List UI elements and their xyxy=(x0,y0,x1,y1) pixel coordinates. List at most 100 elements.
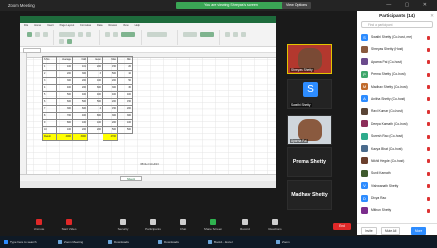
participant-row[interactable]: Ravi Kumar (Co-host) xyxy=(357,105,437,117)
muted-mic-icon[interactable] xyxy=(427,159,430,164)
muted-mic-icon[interactable] xyxy=(427,109,430,114)
muted-mic-icon[interactable] xyxy=(427,184,430,189)
ribbon-tab[interactable]: File xyxy=(24,24,28,27)
participant-row[interactable]: Mithun Shetty xyxy=(357,204,437,216)
table-cell[interactable]: 50 xyxy=(117,77,133,85)
align-left-icon[interactable] xyxy=(105,32,110,37)
table-cell[interactable]: 800 xyxy=(87,112,103,120)
table-cell[interactable]: 5 xyxy=(42,91,57,99)
table-cell[interactable]: Min xyxy=(117,56,133,64)
table-cell[interactable]: 150 xyxy=(102,63,118,71)
video-tile[interactable]: Aparna Pai xyxy=(287,115,332,145)
table-row[interactable]: 4 400 200 600 300 30 xyxy=(42,84,133,92)
muted-mic-icon[interactable] xyxy=(427,171,430,176)
participant-row[interactable]: V Vishwanath Shetty xyxy=(357,180,437,192)
ribbon-tab[interactable]: Formulas xyxy=(80,24,91,27)
table-cell[interactable]: 9 xyxy=(42,119,57,127)
table-cell[interactable]: 500 xyxy=(102,70,118,78)
table-cell[interactable] xyxy=(118,134,133,141)
find-select-icon[interactable] xyxy=(241,32,246,37)
table-cell[interactable]: 500 xyxy=(56,91,73,99)
close-icon[interactable]: ✕ xyxy=(430,11,434,20)
mute-all-button[interactable]: Mute All xyxy=(381,227,401,235)
table-cell[interactable]: 200 xyxy=(72,126,88,134)
ribbon-tab[interactable]: Data xyxy=(97,24,102,27)
table-row[interactable]: 1 100 101 200 150 20 xyxy=(42,63,133,71)
table-cell[interactable]: 600 xyxy=(72,105,88,113)
muted-mic-icon[interactable] xyxy=(427,122,430,127)
table-cell[interactable]: 4000 xyxy=(56,133,73,141)
table-cell[interactable]: 10 xyxy=(42,126,57,134)
taskbar-app[interactable]: Book1 - Excel xyxy=(208,238,233,246)
ribbon-tab[interactable]: Review xyxy=(108,24,117,27)
table-cell[interactable]: 300 xyxy=(72,70,88,78)
paste-icon[interactable] xyxy=(27,32,32,37)
participant-row[interactable]: Suresh Rao (Co-host) xyxy=(357,130,437,142)
video-tile[interactable]: S Swathi Shetty xyxy=(287,79,332,109)
table-cell[interactable]: 700 xyxy=(56,112,73,120)
participant-row[interactable]: A Anitha Shetty (Co-host) xyxy=(357,93,437,105)
table-cell[interactable]: 10 xyxy=(117,70,133,78)
cut-icon[interactable] xyxy=(35,32,40,37)
table-cell[interactable]: 100 xyxy=(56,63,73,71)
table-cell[interactable]: 150 xyxy=(102,105,118,113)
table-cell[interactable]: 500 xyxy=(102,126,118,134)
table-cell[interactable]: 100 xyxy=(87,119,103,127)
table-cell[interactable]: Odd xyxy=(72,56,88,64)
table-row[interactable]: S No Average Odd Even Max Min xyxy=(42,56,133,64)
toolbar-chat-button[interactable]: Chat xyxy=(170,217,196,235)
sort-filter-icon[interactable] xyxy=(233,32,238,37)
table-cell[interactable]: 500 xyxy=(117,126,133,134)
muted-mic-icon[interactable] xyxy=(427,97,430,102)
muted-mic-icon[interactable] xyxy=(427,47,430,52)
table-cell[interactable]: Result xyxy=(42,133,57,141)
table-row[interactable]: 9 800 100 100 200 100 xyxy=(42,119,133,127)
table-cell[interactable]: 4 xyxy=(42,84,57,92)
font-select[interactable] xyxy=(59,32,75,37)
participant-row[interactable]: Shreyas Shetty (Host) xyxy=(357,43,437,55)
table-cell[interactable]: 30 xyxy=(117,84,133,92)
toolbar-record-button[interactable]: Record xyxy=(232,217,258,235)
table-cell[interactable]: 100 xyxy=(87,77,103,85)
window-controls[interactable]: — ▢ ✕ xyxy=(386,0,433,11)
end-meeting-button[interactable]: End xyxy=(333,223,351,230)
table-cell[interactable]: 1 xyxy=(42,63,57,71)
fill-color-icon[interactable] xyxy=(67,39,72,44)
table-cell[interactable]: 600 xyxy=(56,98,73,106)
table-cell[interactable]: Average xyxy=(56,56,73,64)
participant-row[interactable]: D Divya Rao xyxy=(357,192,437,204)
muted-mic-icon[interactable] xyxy=(427,208,430,213)
muted-mic-icon[interactable] xyxy=(427,85,430,90)
ribbon-tab[interactable]: Help xyxy=(135,24,140,27)
table-row[interactable]: 10 100 200 200 500 500 xyxy=(42,126,133,134)
table-cell[interactable]: 400 xyxy=(87,91,103,99)
more-button[interactable]: More xyxy=(411,227,427,235)
table-row[interactable]: 3 300 200 100 200 50 xyxy=(42,77,133,85)
table-row[interactable]: 2 200 300 3 500 10 xyxy=(42,70,133,78)
table-cell[interactable]: 100 xyxy=(72,119,88,127)
muted-mic-icon[interactable] xyxy=(427,196,430,201)
table-cell[interactable]: Even xyxy=(87,56,103,64)
video-tile[interactable]: Prema Shetty xyxy=(287,147,332,177)
table-cell[interactable]: 300 xyxy=(102,84,118,92)
table-cell[interactable]: 200 xyxy=(87,126,103,134)
participant-row[interactable]: Sunil Kamath xyxy=(357,167,437,179)
name-box[interactable] xyxy=(23,47,41,53)
table-cell[interactable]: 500 xyxy=(87,98,103,106)
toolbar-reactions-button[interactable]: Reactions xyxy=(262,217,288,235)
ribbon-tab[interactable]: Home xyxy=(34,24,41,27)
table-cell[interactable]: 200 xyxy=(56,70,73,78)
table-row[interactable]: 5 500 400 400 400 400 xyxy=(42,91,133,99)
table-cell[interactable]: 100 xyxy=(56,126,73,134)
toolbar-video-off-button[interactable]: Start Video xyxy=(56,217,82,235)
table-row[interactable]: 7 300 600 4 150 200 xyxy=(42,105,133,113)
data-table[interactable]: S No Average Odd Even Max Min 1 100 101 200 150 20 2… xyxy=(42,56,133,141)
conditional-format-icon[interactable] xyxy=(183,32,197,37)
participant-row[interactable]: Nikhil Hegde (Co-host) xyxy=(357,155,437,167)
total-row[interactable]: Result 4000 3000 4700 xyxy=(42,133,133,141)
table-cell[interactable] xyxy=(88,134,103,141)
table-cell[interactable]: 7 xyxy=(42,105,57,113)
table-cell[interactable]: 200 xyxy=(102,77,118,85)
table-cell[interactable]: 300 xyxy=(56,77,73,85)
participant-search-input[interactable]: Find a participant xyxy=(361,21,433,28)
